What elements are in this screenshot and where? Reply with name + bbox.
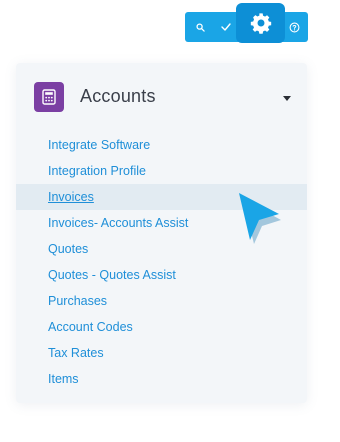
chevron-down-icon[interactable]: [283, 96, 291, 101]
menu-item-items[interactable]: Items: [16, 366, 307, 392]
menu-item-quotes-assist[interactable]: Quotes - Quotes Assist: [16, 262, 307, 288]
settings-button[interactable]: [236, 3, 285, 43]
gear-icon: [250, 13, 271, 34]
accounts-icon-badge: [34, 82, 64, 112]
accounts-title: Accounts: [80, 86, 156, 106]
pointer-arrow-icon: [239, 193, 281, 244]
menu-item-tax-rates[interactable]: Tax Rates: [16, 340, 307, 366]
accounts-header[interactable]: Accounts: [16, 63, 307, 131]
menu-item-account-codes[interactable]: Account Codes: [16, 314, 307, 340]
menu-item-integration-profile[interactable]: Integration Profile: [16, 158, 307, 184]
menu-item-integrate-software[interactable]: Integrate Software: [16, 132, 307, 158]
accounts-menu: Integrate Software Integration Profile I…: [16, 132, 307, 392]
check-icon: [221, 23, 231, 31]
check-button[interactable]: [215, 12, 237, 42]
calculator-icon: [42, 89, 56, 105]
help-icon: [289, 22, 299, 32]
help-button[interactable]: [284, 12, 304, 42]
menu-item-purchases[interactable]: Purchases: [16, 288, 307, 314]
search-button[interactable]: [191, 12, 209, 42]
search-icon: [195, 22, 205, 32]
